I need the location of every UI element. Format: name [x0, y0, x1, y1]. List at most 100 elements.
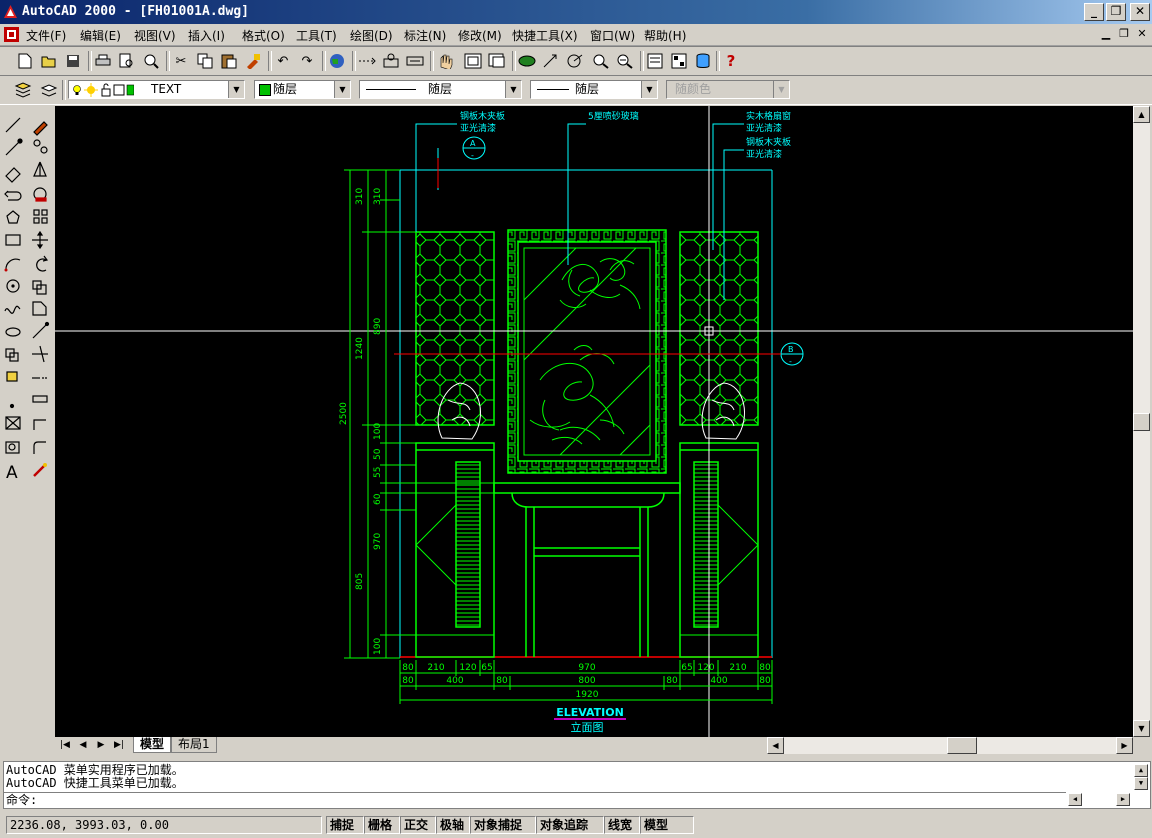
chevron-down-icon[interactable]: ▼ [505, 81, 521, 98]
paste-icon[interactable] [218, 50, 240, 72]
tab-first-button[interactable]: |◀ [57, 738, 73, 753]
vertical-scrollbar[interactable]: ▲ ▼ [1133, 106, 1150, 737]
cmd-scroll-right[interactable]: ▶ [1116, 793, 1130, 806]
osnap-toggle[interactable]: 对象捕捉 [470, 816, 536, 834]
dim-bottom-row2-6: 400 [710, 676, 727, 686]
undo-icon[interactable]: ↶ [272, 50, 294, 72]
vertical-scroll-thumb[interactable] [1133, 413, 1150, 431]
section-b-sub: - [789, 357, 792, 366]
3d-orbit-icon[interactable] [516, 50, 538, 72]
restore-button[interactable]: ❐ [1106, 3, 1126, 21]
title-bar[interactable]: AutoCAD 2000 - [FH01001A.dwg] _ ❐ ✕ [0, 0, 1152, 24]
new-icon[interactable] [14, 50, 36, 72]
otrack-toggle[interactable]: 对象追踪 [536, 816, 604, 834]
make-current-layer-icon[interactable] [38, 79, 60, 101]
scroll-down-button[interactable]: ▼ [1133, 720, 1150, 737]
layer-dropdown[interactable]: TEXT ▼ [68, 80, 245, 99]
scroll-right-button[interactable]: ▶ [1116, 737, 1133, 754]
minimize-button[interactable]: _ [1084, 3, 1104, 21]
dim-left-4: 1240 [355, 337, 365, 360]
command-input[interactable]: 命令: [4, 792, 1066, 808]
dim-icon[interactable] [540, 50, 562, 72]
snap-icon[interactable] [380, 50, 402, 72]
tab-model[interactable]: 模型 [133, 737, 172, 753]
layers-icon[interactable] [12, 79, 34, 101]
dbconnect-icon[interactable] [692, 50, 714, 72]
find-icon[interactable] [140, 50, 162, 72]
redo-icon[interactable]: ↷ [296, 50, 318, 72]
polar-toggle[interactable]: 极轴 [436, 816, 470, 834]
command-window[interactable]: AutoCAD 菜单实用程序已加载。 AutoCAD 快捷工具菜单已加载。 命令… [3, 761, 1151, 809]
menu-dimension[interactable]: 标注(N) [404, 27, 446, 44]
properties-icon[interactable] [644, 50, 666, 72]
tab-layout1[interactable]: 布局1 [171, 737, 217, 753]
zoom-all-icon[interactable] [614, 50, 636, 72]
chevron-down-icon[interactable]: ▼ [641, 81, 657, 98]
ortho-toggle[interactable]: 正交 [400, 816, 436, 834]
horizontal-scroll-thumb[interactable] [947, 737, 977, 754]
tab-last-button[interactable]: ▶| [111, 738, 127, 753]
dim-bottom-3: 120 [459, 663, 476, 673]
color-swatch [259, 84, 271, 96]
lineweight-toggle[interactable]: 线宽 [604, 816, 640, 834]
browser-icon[interactable] [326, 50, 348, 72]
dim-left-2: 310 [373, 188, 383, 205]
linetype-dropdown[interactable]: 随层 ▼ [359, 80, 522, 99]
dim-bottom-row2-5: 80 [666, 676, 678, 686]
print-preview-icon[interactable] [116, 50, 138, 72]
cut-icon[interactable]: ✂ [170, 50, 192, 72]
cmd-scroll-left[interactable]: ◀ [1068, 793, 1082, 806]
print-icon[interactable] [92, 50, 114, 72]
menu-view[interactable]: 视图(V) [134, 27, 176, 44]
menu-format[interactable]: 格式(O) [242, 27, 285, 44]
match-properties-icon[interactable] [242, 50, 264, 72]
menu-quick-tools[interactable]: 快捷工具(X) [512, 27, 578, 44]
save-icon[interactable] [62, 50, 84, 72]
doc-restore-button[interactable]: ❐ [1116, 27, 1132, 41]
horizontal-scrollbar[interactable]: ◀ ▶ [767, 737, 1133, 754]
window-title: AutoCAD 2000 - [FH01001A.dwg] [22, 4, 249, 19]
model-space-toggle[interactable]: 模型 [640, 816, 694, 834]
pan-icon[interactable] [434, 50, 456, 72]
cmd-scroll-down[interactable]: ▼ [1134, 777, 1148, 790]
scroll-up-button[interactable]: ▲ [1133, 106, 1150, 123]
menu-tools[interactable]: 工具(T) [296, 27, 337, 44]
menu-draw[interactable]: 绘图(D) [350, 27, 393, 44]
snap-toggle[interactable]: 捕捉 [326, 816, 364, 834]
menu-edit[interactable]: 编辑(E) [80, 27, 121, 44]
close-button[interactable]: ✕ [1130, 3, 1150, 21]
doc-minimize-button[interactable]: ▁ [1098, 27, 1114, 41]
chevron-down-icon[interactable]: ▼ [334, 81, 350, 98]
ucs-icon[interactable] [404, 50, 426, 72]
tracking-icon[interactable] [356, 50, 378, 72]
copy-icon[interactable] [194, 50, 216, 72]
dim-left-10: 970 [373, 533, 383, 550]
design-center-icon[interactable] [668, 50, 690, 72]
draw-toolbar[interactable] [0, 104, 26, 484]
menu-insert[interactable]: 插入(I) [188, 27, 225, 44]
menu-modify[interactable]: 修改(M) [458, 27, 502, 44]
elevation-drawing: 钢板木夹板 亚光清漆 5厘喷砂玻璃 实木格扇窗 亚光清漆 钢板木夹板 亚光清漆 … [55, 106, 1133, 737]
menu-window[interactable]: 窗口(W) [590, 27, 635, 44]
zoom-window-icon[interactable] [462, 50, 484, 72]
drawing-area[interactable]: 钢板木夹板 亚光清漆 5厘喷砂玻璃 实木格扇窗 亚光清漆 钢板木夹板 亚光清漆 … [55, 106, 1133, 737]
menu-file[interactable]: 文件(F) [26, 27, 66, 44]
cmd-scroll-up[interactable]: ▲ [1134, 764, 1148, 777]
color-dropdown[interactable]: 随层 ▼ [254, 80, 351, 99]
lineweight-dropdown[interactable]: 随层 ▼ [530, 80, 658, 99]
doc-close-button[interactable]: ✕ [1134, 27, 1150, 41]
zoom-previous-icon[interactable] [486, 50, 508, 72]
help-icon[interactable]: ? [720, 50, 742, 72]
coordinates-display[interactable]: 2236.08, 3993.03, 0.00 [6, 816, 322, 834]
tab-next-button[interactable]: ▶ [93, 738, 109, 753]
open-icon[interactable] [38, 50, 60, 72]
menu-help[interactable]: 帮助(H) [644, 27, 686, 44]
tab-prev-button[interactable]: ◀ [75, 738, 91, 753]
modify-toolbar[interactable] [27, 104, 53, 484]
scroll-left-button[interactable]: ◀ [767, 737, 784, 754]
grid-toggle[interactable]: 栅格 [364, 816, 400, 834]
document-icon[interactable] [4, 27, 19, 42]
dim-radius-icon[interactable] [564, 50, 586, 72]
zoom-realtime-icon[interactable] [590, 50, 612, 72]
chevron-down-icon[interactable]: ▼ [228, 81, 244, 98]
